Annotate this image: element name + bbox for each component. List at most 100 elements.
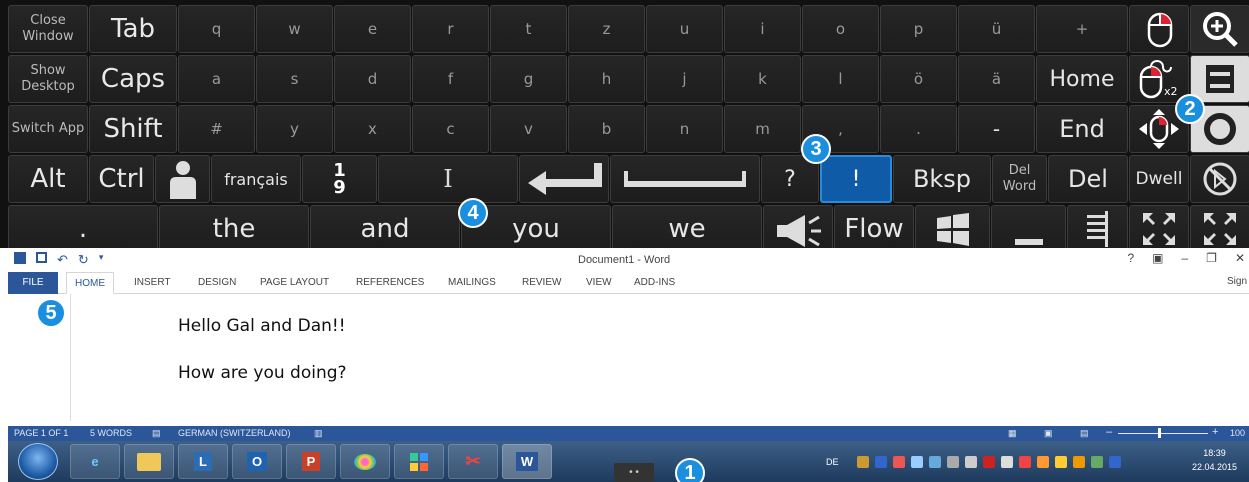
- tray-icon[interactable]: [1054, 455, 1067, 468]
- start-button[interactable]: [18, 443, 58, 480]
- tab-file[interactable]: FILE: [8, 272, 58, 294]
- switch-app-key[interactable]: Switch App: [8, 105, 88, 153]
- web-layout-icon[interactable]: ▤: [1080, 428, 1089, 439]
- key-f[interactable]: f: [412, 55, 489, 103]
- windows-key-icon[interactable]: [915, 205, 990, 248]
- redo-icon[interactable]: ↻: [78, 252, 89, 268]
- sign-in-link[interactable]: Sign: [1227, 276, 1247, 287]
- tray-icon[interactable]: [982, 455, 995, 468]
- tab-add-ins[interactable]: ADD-INS: [626, 272, 683, 294]
- key-o-umlaut[interactable]: ö: [880, 55, 957, 103]
- tray-icon[interactable]: [1018, 455, 1031, 468]
- key-c[interactable]: c: [412, 105, 489, 153]
- tab-page-layout[interactable]: PAGE LAYOUT: [252, 272, 337, 294]
- read-mode-icon[interactable]: ▦: [1008, 428, 1017, 439]
- ribbon-display-icon[interactable]: ▣: [1152, 251, 1163, 265]
- key-hash[interactable]: #: [178, 105, 255, 153]
- delete-word-key[interactable]: Del Word: [992, 155, 1047, 203]
- zoom-in-button[interactable]: +: [1212, 426, 1218, 438]
- menu-icon[interactable]: [1067, 205, 1128, 248]
- enter-key[interactable]: [519, 155, 609, 203]
- tray-icon[interactable]: [856, 455, 869, 468]
- key-a[interactable]: a: [178, 55, 255, 103]
- delete-key[interactable]: Del: [1048, 155, 1128, 203]
- key-q[interactable]: q: [178, 5, 255, 53]
- minimize-keyboard-icon[interactable]: [991, 205, 1066, 248]
- home-key[interactable]: Home: [1036, 55, 1128, 103]
- undo-icon[interactable]: ↶: [57, 252, 68, 268]
- tray-icon[interactable]: [928, 455, 941, 468]
- key-w[interactable]: w: [256, 5, 333, 53]
- key-i[interactable]: i: [724, 5, 801, 53]
- megaphone-icon[interactable]: [763, 205, 833, 248]
- tray-icon[interactable]: [910, 455, 923, 468]
- key-u[interactable]: u: [646, 5, 723, 53]
- ie-icon[interactable]: e: [70, 444, 120, 479]
- word-suggestion-we[interactable]: we: [612, 205, 762, 248]
- tray-icon[interactable]: [892, 455, 905, 468]
- tab-insert[interactable]: INSERT: [126, 272, 179, 294]
- space-key[interactable]: [610, 155, 760, 203]
- key-j[interactable]: j: [646, 55, 723, 103]
- print-layout-icon[interactable]: ▣: [1044, 428, 1053, 439]
- tray-icon[interactable]: [1090, 455, 1103, 468]
- word-suggestion-and[interactable]: and: [310, 205, 460, 248]
- key-r[interactable]: r: [412, 5, 489, 53]
- backspace-key[interactable]: Bksp: [893, 155, 991, 203]
- powerpoint-icon[interactable]: P: [286, 444, 336, 479]
- close-window-key[interactable]: Close Window: [8, 5, 88, 53]
- key-d[interactable]: d: [334, 55, 411, 103]
- key-t[interactable]: t: [490, 5, 567, 53]
- key-z[interactable]: z: [568, 5, 645, 53]
- tray-icon[interactable]: [1072, 455, 1085, 468]
- tab-references[interactable]: REFERENCES: [348, 272, 432, 294]
- language-key[interactable]: français: [211, 155, 301, 203]
- language-status[interactable]: GERMAN (SWITZERLAND): [178, 428, 291, 438]
- tray-icon[interactable]: [964, 455, 977, 468]
- word-icon[interactable]: W: [502, 444, 552, 479]
- key-l[interactable]: l: [802, 55, 879, 103]
- lync-icon[interactable]: L: [178, 444, 228, 479]
- customize-qat-icon[interactable]: ▾: [99, 252, 104, 268]
- proofing-icon[interactable]: ▤: [152, 428, 161, 439]
- user-profile-icon[interactable]: [155, 155, 210, 203]
- numbers-key[interactable]: 1 9: [302, 155, 377, 203]
- app-icon[interactable]: [394, 444, 444, 479]
- tab-mailings[interactable]: MAILINGS: [440, 272, 504, 294]
- key-s[interactable]: s: [256, 55, 333, 103]
- end-key[interactable]: End: [1036, 105, 1128, 153]
- outlook-icon[interactable]: O: [232, 444, 282, 479]
- tab-key[interactable]: Tab: [89, 5, 177, 53]
- language-indicator[interactable]: DE: [826, 457, 839, 467]
- key-g[interactable]: g: [490, 55, 567, 103]
- tray-icon[interactable]: [1108, 455, 1121, 468]
- expand-arrows-icon[interactable]: [1190, 205, 1249, 248]
- zoom-slider-thumb[interactable]: [1158, 428, 1161, 438]
- key-b[interactable]: b: [568, 105, 645, 153]
- alt-key[interactable]: Alt: [8, 155, 88, 203]
- key-o[interactable]: o: [802, 5, 879, 53]
- flow-key[interactable]: Flow: [834, 205, 914, 248]
- clock[interactable]: 18:39 22.04.2015: [1192, 446, 1237, 474]
- tray-icon[interactable]: [874, 455, 887, 468]
- tray-icon[interactable]: [946, 455, 959, 468]
- key-v[interactable]: v: [490, 105, 567, 153]
- paint-icon[interactable]: [340, 444, 390, 479]
- minimize-button[interactable]: –: [1181, 251, 1188, 265]
- ctrl-key[interactable]: Ctrl: [89, 155, 154, 203]
- key-dot[interactable]: .: [8, 205, 158, 248]
- key-u-umlaut[interactable]: ü: [958, 5, 1035, 53]
- key-y[interactable]: y: [256, 105, 333, 153]
- dwell-key[interactable]: Dwell: [1129, 155, 1189, 203]
- key-h[interactable]: h: [568, 55, 645, 103]
- restore-button[interactable]: ❐: [1206, 251, 1217, 265]
- caps-key[interactable]: Caps: [89, 55, 177, 103]
- zoom-out-button[interactable]: –: [1106, 426, 1112, 438]
- key-e[interactable]: e: [334, 5, 411, 53]
- window-icon[interactable]: [1190, 55, 1249, 103]
- document-area[interactable]: Hello Gal and Dan!! How are you doing?: [8, 294, 1249, 421]
- macro-icon[interactable]: ▥: [314, 428, 323, 439]
- snipping-icon[interactable]: ✂: [448, 444, 498, 479]
- close-button[interactable]: ✕: [1235, 251, 1245, 265]
- cancel-icon[interactable]: [1190, 155, 1249, 203]
